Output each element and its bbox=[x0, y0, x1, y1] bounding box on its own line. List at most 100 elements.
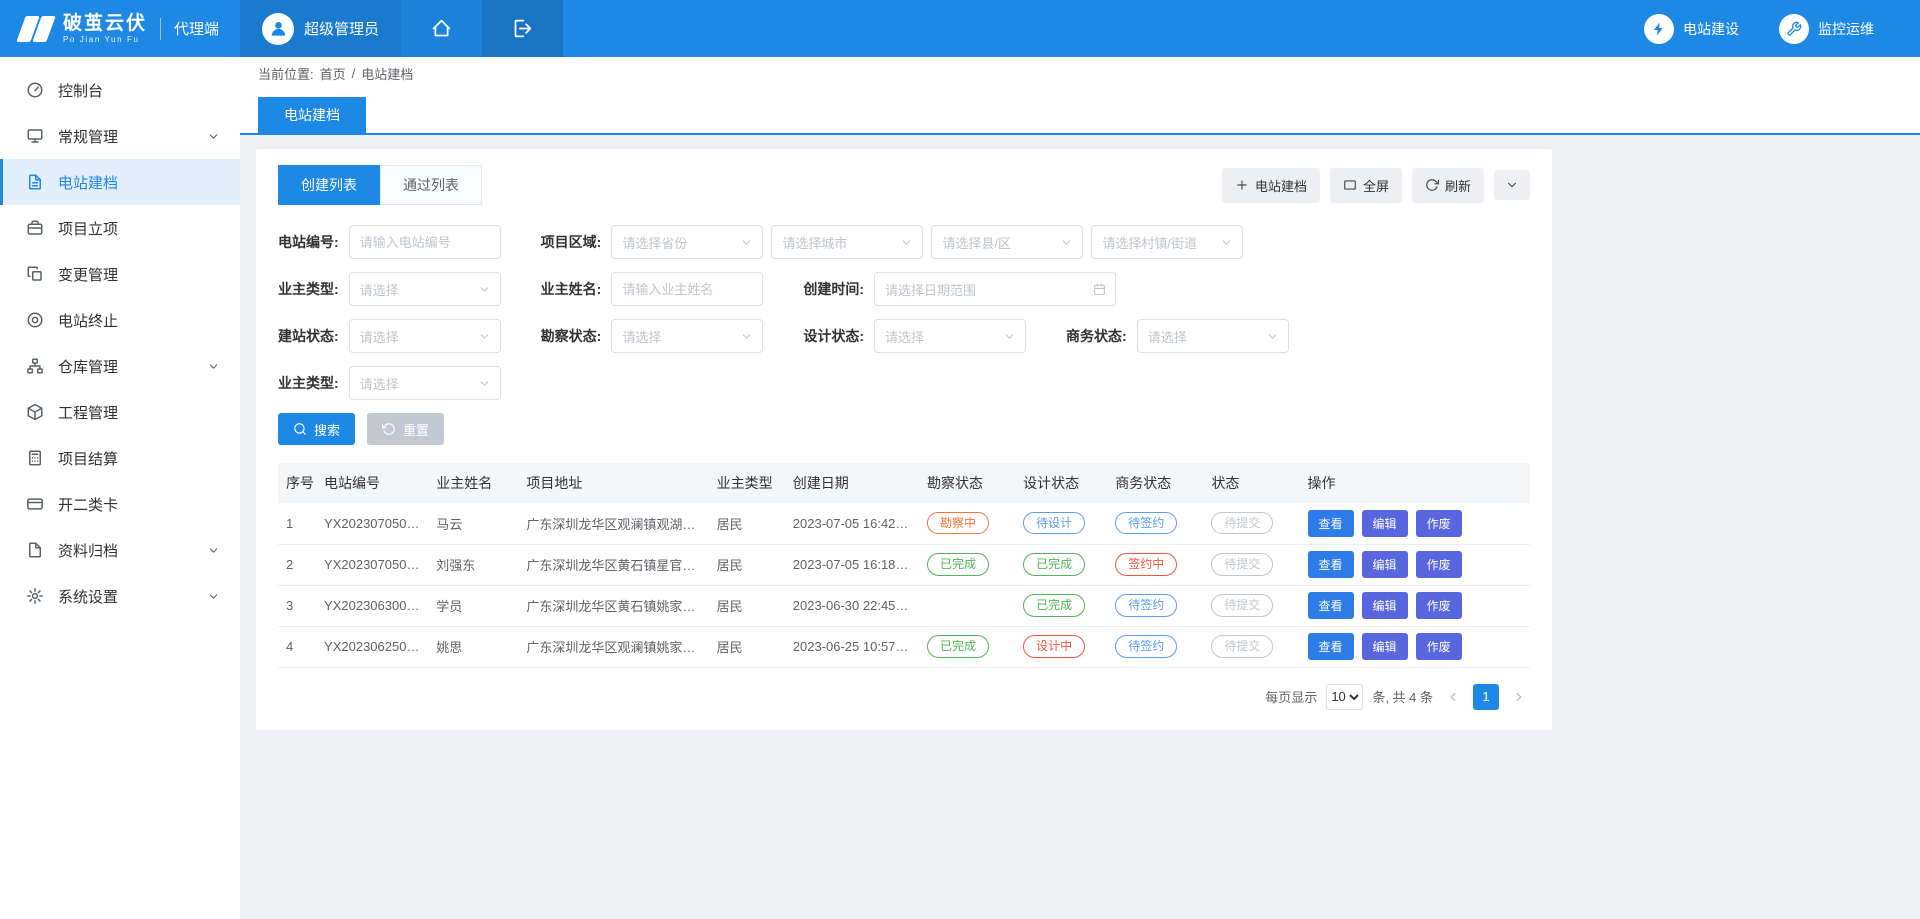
sidebar-item-label: 资料归档 bbox=[58, 540, 118, 561]
sidebar-item-project-initiation[interactable]: 项目立项 bbox=[0, 205, 240, 251]
chevron-down-icon bbox=[478, 283, 491, 296]
void-button[interactable]: 作废 bbox=[1416, 551, 1462, 578]
nav-label: 监控运维 bbox=[1818, 19, 1874, 39]
portal-label: 代理端 bbox=[174, 18, 219, 39]
cell-survey-status: 勘察中 bbox=[919, 503, 1015, 544]
filter-select[interactable]: 请选择 bbox=[874, 319, 1026, 353]
edit-button[interactable]: 编辑 bbox=[1362, 510, 1408, 537]
monitor-icon bbox=[26, 127, 44, 145]
filter-select[interactable]: 请选择 bbox=[349, 272, 501, 306]
sidebar-item-label: 控制台 bbox=[58, 80, 103, 101]
search-button[interactable]: 搜索 bbox=[278, 413, 355, 445]
cell-design-status: 已完成 bbox=[1015, 544, 1107, 585]
chevron-down-icon bbox=[207, 544, 220, 557]
sidebar-item-station-termination[interactable]: 电站终止 bbox=[0, 297, 240, 343]
void-button[interactable]: 作废 bbox=[1416, 633, 1462, 660]
table-row: 1YX2023070500011马云广东深圳龙华区观澜镇观湖路...居民2023… bbox=[278, 503, 1530, 544]
breadcrumb-current: 电站建档 bbox=[361, 64, 413, 83]
status-badge: 待签约 bbox=[1115, 635, 1177, 657]
sidebar-item-label: 仓库管理 bbox=[58, 356, 118, 377]
cell-code: YX2023070500010 bbox=[316, 544, 428, 585]
edit-button[interactable]: 编辑 bbox=[1362, 592, 1408, 619]
avatar bbox=[262, 13, 294, 45]
nav-monitoring-ops[interactable]: 监控运维 bbox=[1779, 14, 1874, 44]
filter-select[interactable]: 请选择 bbox=[1137, 319, 1289, 353]
filter-field: 商务状态:请选择 bbox=[1066, 319, 1289, 353]
filter-field: 业主类型: 请选择 bbox=[278, 366, 501, 400]
sidebar-item-warehouse-mgmt[interactable]: 仓库管理 bbox=[0, 343, 240, 389]
cell-design-status: 待设计 bbox=[1015, 503, 1107, 544]
pagination: 每页显示 10 条, 共 4 条 1 bbox=[278, 684, 1530, 710]
table-toolbar: 电站建档 全屏 刷新 bbox=[1222, 168, 1530, 203]
edit-button[interactable]: 编辑 bbox=[1362, 551, 1408, 578]
copy-icon bbox=[26, 265, 44, 283]
per-page-select[interactable]: 10 bbox=[1326, 684, 1363, 710]
sidebar-item-engineering-mgmt[interactable]: 工程管理 bbox=[0, 389, 240, 435]
filter-select[interactable]: 请选择县/区 bbox=[931, 225, 1083, 259]
filter-label: 业主类型: bbox=[278, 373, 339, 393]
column-header: 序号 bbox=[278, 463, 316, 503]
user-menu[interactable]: 超级管理员 bbox=[240, 0, 401, 57]
collapse-filters-button[interactable] bbox=[1494, 170, 1530, 200]
filter-select[interactable]: 请选择 bbox=[349, 319, 501, 353]
prev-page-button[interactable] bbox=[1442, 685, 1464, 709]
logo-divider bbox=[160, 18, 161, 40]
view-button[interactable]: 查看 bbox=[1308, 551, 1354, 578]
home-button[interactable] bbox=[401, 0, 482, 57]
filter-select[interactable]: 请选择省份 bbox=[611, 225, 763, 259]
filter-label: 创建时间: bbox=[803, 279, 864, 299]
fullscreen-button[interactable]: 全屏 bbox=[1330, 168, 1402, 203]
view-button[interactable]: 查看 bbox=[1308, 633, 1354, 660]
filter-label: 电站编号: bbox=[278, 232, 339, 252]
cell-survey-status: 已完成 bbox=[919, 544, 1015, 585]
refresh-button[interactable]: 刷新 bbox=[1412, 168, 1484, 203]
tab-passed-list[interactable]: 通过列表 bbox=[380, 165, 482, 205]
sidebar-item-station-filing[interactable]: 电站建档 bbox=[0, 159, 240, 205]
void-button[interactable]: 作废 bbox=[1416, 592, 1462, 619]
cell-seq: 1 bbox=[278, 503, 316, 544]
filter-input[interactable] bbox=[349, 225, 501, 259]
sidebar-item-change-mgmt[interactable]: 变更管理 bbox=[0, 251, 240, 297]
nav-station-construction[interactable]: 电站建设 bbox=[1644, 14, 1739, 44]
edit-button[interactable]: 编辑 bbox=[1362, 633, 1408, 660]
sidebar-item-archiving[interactable]: 资料归档 bbox=[0, 527, 240, 573]
page-number-current[interactable]: 1 bbox=[1473, 684, 1499, 710]
cell-survey-status: 已完成 bbox=[919, 626, 1015, 667]
logout-button[interactable] bbox=[482, 0, 563, 57]
next-page-button[interactable] bbox=[1508, 685, 1530, 709]
filter-input[interactable] bbox=[611, 272, 763, 306]
row-actions: 查看编辑作废 bbox=[1308, 633, 1522, 660]
sidebar-item-type2-card[interactable]: 开二类卡 bbox=[0, 481, 240, 527]
breadcrumb-separator: / bbox=[352, 66, 356, 81]
filter-select[interactable]: 请选择 bbox=[611, 319, 763, 353]
icon-circle bbox=[1644, 14, 1674, 44]
view-button[interactable]: 查看 bbox=[1308, 592, 1354, 619]
tab-create-list[interactable]: 创建列表 bbox=[278, 165, 380, 205]
filter-field: 业主姓名: bbox=[541, 272, 764, 306]
reset-button[interactable]: 重置 bbox=[367, 413, 444, 445]
sitemap-icon bbox=[26, 357, 44, 375]
settings-icon bbox=[26, 587, 44, 605]
column-header: 电站编号 bbox=[316, 463, 428, 503]
page-tab-station-filing[interactable]: 电站建档 bbox=[258, 97, 366, 133]
column-header: 业主姓名 bbox=[428, 463, 518, 503]
button-label: 全屏 bbox=[1363, 176, 1389, 195]
sidebar-item-console[interactable]: 控制台 bbox=[0, 67, 240, 113]
status-badge: 已完成 bbox=[1023, 553, 1085, 575]
date-range-input[interactable]: 请选择日期范围 bbox=[874, 272, 1116, 306]
view-button[interactable]: 查看 bbox=[1308, 510, 1354, 537]
total-count-label: 条, 共 4 条 bbox=[1372, 687, 1433, 706]
create-station-button[interactable]: 电站建档 bbox=[1222, 168, 1320, 203]
void-button[interactable]: 作废 bbox=[1416, 510, 1462, 537]
cell-address: 广东深圳龙华区黄石镇姚家庄... bbox=[518, 585, 708, 626]
cell-business-status: 待签约 bbox=[1107, 626, 1203, 667]
filter-select[interactable]: 请选择城市 bbox=[771, 225, 923, 259]
breadcrumb-home[interactable]: 首页 bbox=[320, 64, 346, 83]
filter-select[interactable]: 请选择村镇/街道 bbox=[1091, 225, 1243, 259]
cell-address: 广东深圳龙华区黄石镇星官大... bbox=[518, 544, 708, 585]
sidebar-item-general-mgmt[interactable]: 常规管理 bbox=[0, 113, 240, 159]
filter-select[interactable]: 请选择 bbox=[349, 366, 501, 400]
sidebar-item-system-settings[interactable]: 系统设置 bbox=[0, 573, 240, 619]
sidebar-item-project-settlement[interactable]: 项目结算 bbox=[0, 435, 240, 481]
cell-address: 广东深圳龙华区观澜镇姚家庄... bbox=[518, 626, 708, 667]
